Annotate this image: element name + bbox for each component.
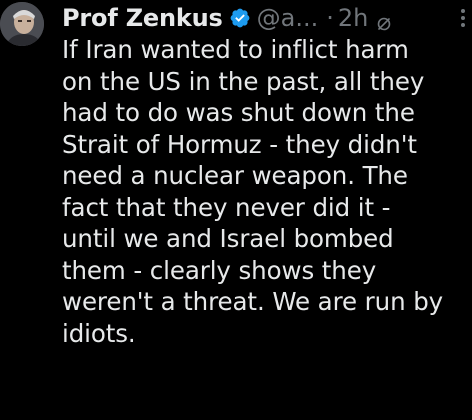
tweet-text-line: If Iran wanted to inflict harm [62,35,409,64]
tweet-text-line: Strait of Hormuz - they didn't [62,129,417,159]
tweet-text-line: until we and Israel bombed [62,224,394,253]
author-display-name[interactable]: Prof Zenkus [62,4,223,32]
tweet-text-line: them - clearly shows they [62,255,377,285]
tweet-timestamp[interactable]: 2h [338,4,368,32]
tweet-text-line: on the US in the past, all they [62,66,425,96]
tweet-text-line: need a nuclear weapon. The [62,161,408,190]
tweet-header: Prof Zenkus @a... · 2h [62,0,472,36]
avatar[interactable] [0,2,44,46]
tweet-text-line: fact that they never did it - [62,192,391,222]
author-handle[interactable]: @a... [257,4,319,32]
grok-icon[interactable] [376,10,392,31]
separator-dot: · [326,4,334,32]
tweet-text-line: had to do was shut down the [62,98,415,127]
more-vertical-icon[interactable] [460,8,466,28]
tweet[interactable]: Prof Zenkus @a... · 2h If Iran wanted to… [0,0,472,420]
tweet-text-line: weren't a threat. We are run by [62,287,444,316]
avatar-photo [0,2,44,46]
tweet-text-line: idiots. [62,318,136,348]
tweet-text: If Iran wanted to inflict harm on the US… [62,34,472,349]
verified-badge-icon [229,7,251,29]
